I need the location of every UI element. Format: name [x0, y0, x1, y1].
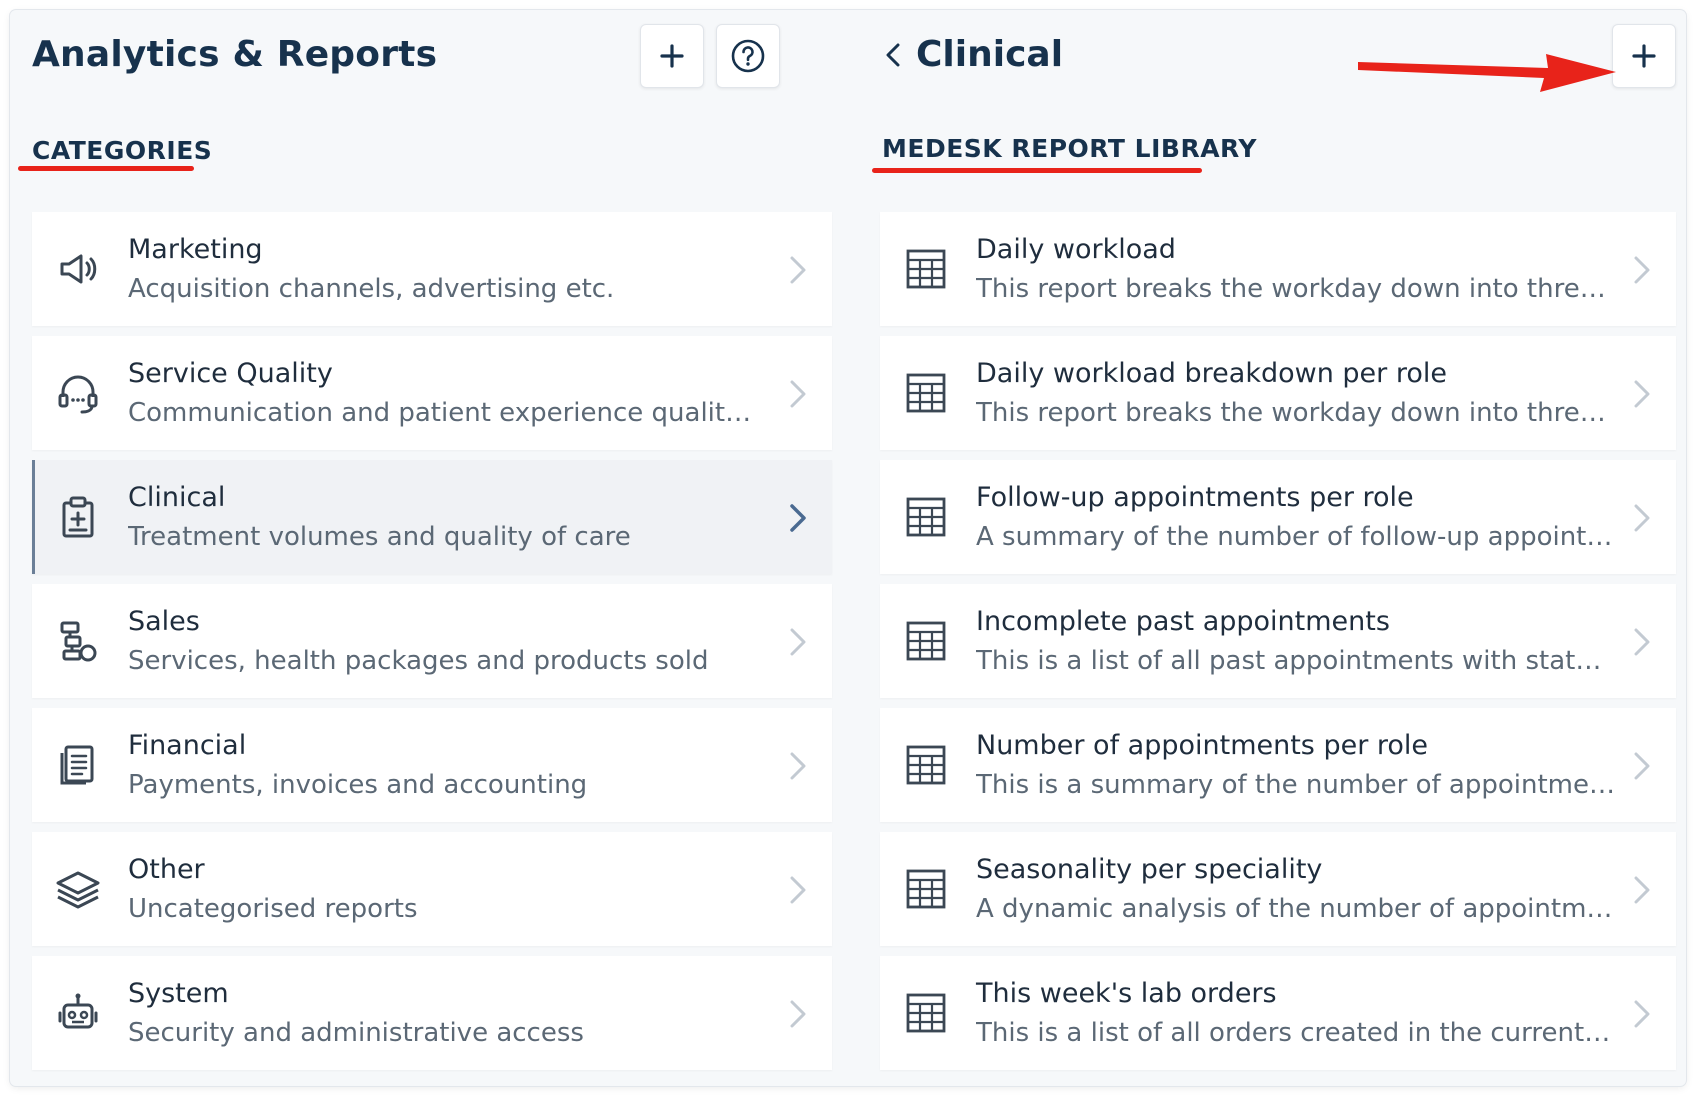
category-label: Other [128, 854, 205, 885]
category-description: Treatment volumes and quality of care [128, 522, 631, 552]
table-icon [906, 869, 946, 909]
report-description: A dynamic analysis of the number of appo… [976, 894, 1616, 924]
categories-heading: CATEGORIES [32, 136, 213, 165]
report-label: Seasonality per speciality [976, 854, 1323, 885]
report-label: Incomplete past appointments [976, 606, 1390, 637]
report-description: This is a list of all orders created in … [976, 1018, 1616, 1048]
report-description: This is a list of all past appointments … [976, 646, 1616, 676]
table-icon [906, 745, 946, 785]
report-label: Daily workload breakdown per role [976, 358, 1447, 389]
category-label: Financial [128, 730, 247, 761]
add-report-button[interactable] [1612, 24, 1676, 88]
red-underline [18, 166, 194, 171]
plus-icon [1632, 44, 1656, 68]
chevron-right-icon [790, 876, 806, 904]
chevron-right-icon [790, 752, 806, 780]
report-row[interactable]: Seasonality per speciality A dynamic ana… [880, 832, 1676, 946]
category-description: Payments, invoices and accounting [128, 770, 588, 800]
category-label: System [128, 978, 229, 1009]
chevron-right-icon [790, 1000, 806, 1028]
megaphone-icon [60, 254, 97, 284]
chevron-right-icon [1634, 752, 1650, 780]
categories-panel: Analytics & Reports CATEGORIES Marketing… [10, 10, 850, 1086]
table-icon [906, 621, 946, 661]
app-frame: Analytics & Reports CATEGORIES Marketing… [10, 10, 1686, 1086]
table-icon [906, 373, 946, 413]
category-description: Communication and patient experience qua… [128, 398, 758, 428]
report-label: Number of appointments per role [976, 730, 1429, 761]
chevron-right-icon [1634, 504, 1650, 532]
clipboard-plus-icon [62, 496, 94, 538]
help-button[interactable] [716, 24, 780, 88]
report-description: This is a summary of the number of appoi… [976, 770, 1616, 800]
category-row-other[interactable]: Other Uncategorised reports [32, 832, 832, 946]
chevron-right-icon [1634, 876, 1650, 904]
report-row[interactable]: Number of appointments per role This is … [880, 708, 1676, 822]
back-button[interactable]: Clinical [884, 34, 1063, 75]
category-description: Security and administrative access [128, 1018, 584, 1048]
question-circle-icon [731, 39, 765, 73]
chevron-right-icon [1634, 1000, 1650, 1028]
report-description: This report breaks the workday down into… [976, 274, 1616, 304]
report-description: A summary of the number of follow-up app… [976, 522, 1616, 552]
report-row[interactable]: Incomplete past appointments This is a l… [880, 584, 1676, 698]
report-label: Daily workload [976, 234, 1176, 265]
chevron-right-icon [1634, 256, 1650, 284]
category-description: Acquisition channels, advertising etc. [128, 274, 615, 304]
table-icon [906, 993, 946, 1033]
page-title: Analytics & Reports [32, 34, 438, 75]
table-icon [906, 249, 946, 289]
report-row[interactable]: This week's lab orders This is a list of… [880, 956, 1676, 1070]
category-description: Uncategorised reports [128, 894, 418, 924]
categories-list: Marketing Acquisition channels, advertis… [32, 212, 832, 1080]
category-row-financial[interactable]: Financial Payments, invoices and account… [32, 708, 832, 822]
category-label: Sales [128, 606, 200, 637]
chevron-right-icon [1634, 380, 1650, 408]
panel-title: Clinical [916, 34, 1064, 75]
chevron-right-icon [1634, 628, 1650, 656]
red-underline [872, 168, 1202, 173]
report-library-heading: MEDESK REPORT LIBRARY [882, 134, 1258, 163]
chevron-left-icon [886, 43, 900, 66]
category-row-sales[interactable]: Sales Services, health packages and prod… [32, 584, 832, 698]
report-row[interactable]: Follow-up appointments per role A summar… [880, 460, 1676, 574]
layers-icon [56, 871, 100, 909]
category-label: Clinical [128, 482, 226, 513]
category-row-system[interactable]: System Security and administrative acces… [32, 956, 832, 1070]
reports-panel: Clinical MEDESK REPORT LIBRARY Daily wor… [850, 10, 1686, 1086]
category-description: Services, health packages and products s… [128, 646, 709, 676]
document-icon [60, 745, 94, 785]
chevron-right-icon [790, 504, 806, 532]
report-label: This week's lab orders [976, 978, 1277, 1009]
add-category-button[interactable] [640, 24, 704, 88]
plus-icon [660, 44, 684, 68]
headset-icon [58, 375, 98, 414]
chevron-right-icon [790, 380, 806, 408]
report-label: Follow-up appointments per role [976, 482, 1414, 513]
robot-icon [58, 993, 98, 1029]
category-row-clinical[interactable]: Clinical Treatment volumes and quality o… [32, 460, 832, 574]
report-description: This report breaks the workday down into… [976, 398, 1616, 428]
table-icon [906, 497, 946, 537]
report-row[interactable]: Daily workload This report breaks the wo… [880, 212, 1676, 326]
reports-list: Daily workload This report breaks the wo… [880, 212, 1676, 1080]
category-label: Marketing [128, 234, 263, 265]
category-row-service-quality[interactable]: Service Quality Communication and patien… [32, 336, 832, 450]
sales-boxes-icon [60, 621, 97, 662]
category-label: Service Quality [128, 358, 333, 389]
category-row-marketing[interactable]: Marketing Acquisition channels, advertis… [32, 212, 832, 326]
chevron-right-icon [790, 628, 806, 656]
report-row[interactable]: Daily workload breakdown per role This r… [880, 336, 1676, 450]
chevron-right-icon [790, 256, 806, 284]
